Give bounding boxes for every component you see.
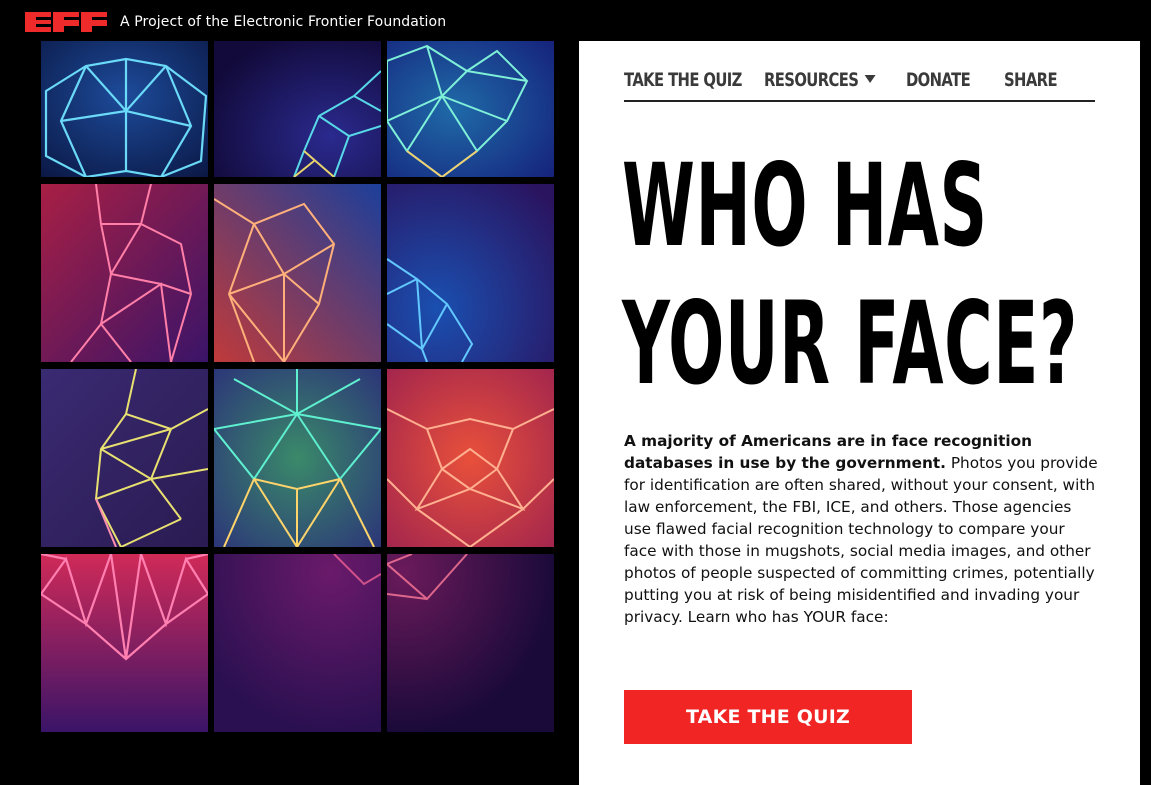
nav-share[interactable]: SHARE	[1004, 69, 1058, 91]
nav-resources-label: RESOURCES	[764, 69, 859, 91]
intro-rest: Photos you provide for identification ar…	[624, 454, 1098, 626]
mesh-tile	[214, 184, 381, 362]
mesh-tile	[214, 369, 381, 547]
mesh-tile	[41, 369, 208, 547]
face-mesh-image-grid	[41, 41, 554, 732]
headline-line-2: YOUR FACE?	[622, 277, 1078, 410]
take-the-quiz-button[interactable]: TAKE THE QUIZ	[624, 690, 912, 744]
mesh-tile	[41, 554, 208, 732]
eff-tagline[interactable]: A Project of the Electronic Frontier Fou…	[120, 14, 446, 30]
logo-letter-f	[53, 12, 79, 32]
content-panel: TAKE THE QUIZ RESOURCES DONATE SHARE WHO…	[579, 41, 1140, 785]
mesh-tile	[387, 184, 554, 362]
nav-take-the-quiz[interactable]: TAKE THE QUIZ	[624, 69, 742, 91]
mesh-tile	[41, 41, 208, 177]
logo-letter-e	[25, 12, 51, 32]
nav-donate[interactable]: DONATE	[906, 69, 971, 91]
logo-letter-f	[81, 12, 107, 32]
page-title: WHO HAS YOUR FACE?	[622, 137, 1078, 413]
intro-paragraph: A majority of Americans are in face reco…	[624, 430, 1102, 628]
headline-line-1: WHO HAS	[622, 139, 988, 272]
mesh-tile	[387, 554, 554, 732]
main-nav: TAKE THE QUIZ RESOURCES DONATE SHARE	[624, 65, 1095, 102]
mesh-tile	[41, 184, 208, 362]
nav-resources[interactable]: RESOURCES	[764, 69, 876, 91]
eff-logo[interactable]	[25, 12, 107, 32]
caret-down-icon	[864, 75, 876, 83]
top-bar: A Project of the Electronic Frontier Fou…	[0, 0, 1151, 42]
mesh-tile	[387, 369, 554, 547]
mesh-tile	[214, 554, 381, 732]
mesh-tile	[214, 41, 381, 177]
mesh-tile	[387, 41, 554, 177]
